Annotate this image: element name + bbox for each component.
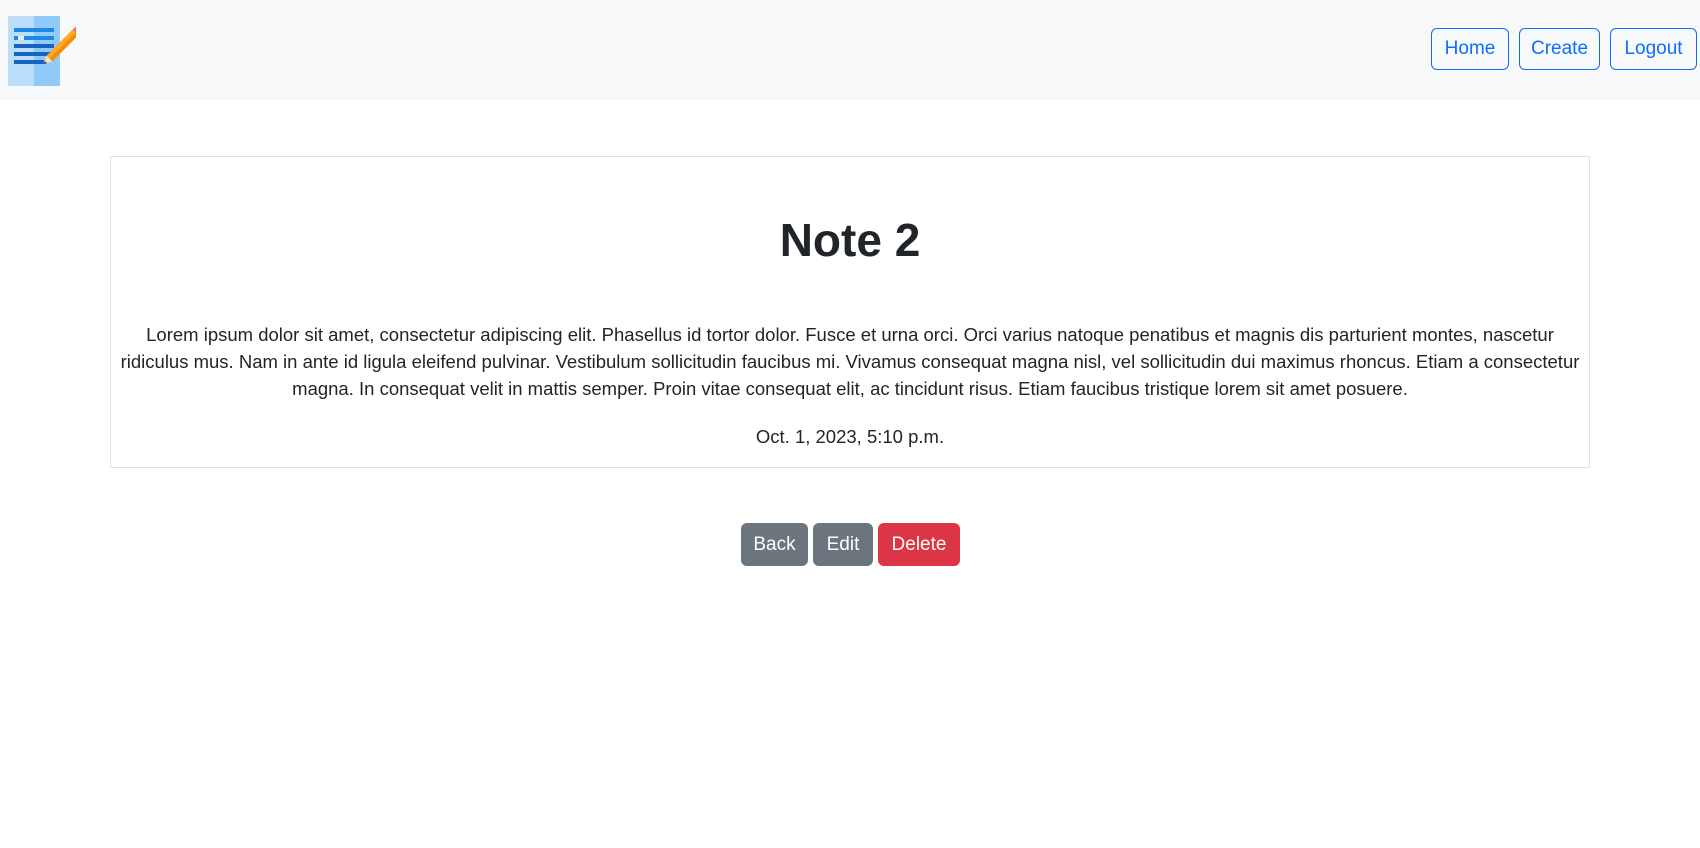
logout-button[interactable]: Logout (1610, 28, 1697, 70)
create-button[interactable]: Create (1519, 28, 1600, 70)
delete-button[interactable]: Delete (878, 523, 960, 566)
edit-button[interactable]: Edit (813, 523, 873, 566)
note-actions: Back Edit Delete (741, 523, 960, 566)
home-button[interactable]: Home (1431, 28, 1509, 70)
note-body: Lorem ipsum dolor sit amet, consectetur … (120, 324, 1580, 399)
navbar: Home Create Logout (0, 0, 1700, 100)
note-date: Oct. 1, 2023, 5:10 p.m. (755, 426, 945, 447)
note-title: Note 2 (779, 214, 921, 266)
note-card (110, 156, 1590, 468)
notepad-pencil-icon[interactable] (8, 16, 83, 86)
nav-buttons: Home Create Logout (1431, 28, 1697, 70)
back-button[interactable]: Back (741, 523, 808, 566)
